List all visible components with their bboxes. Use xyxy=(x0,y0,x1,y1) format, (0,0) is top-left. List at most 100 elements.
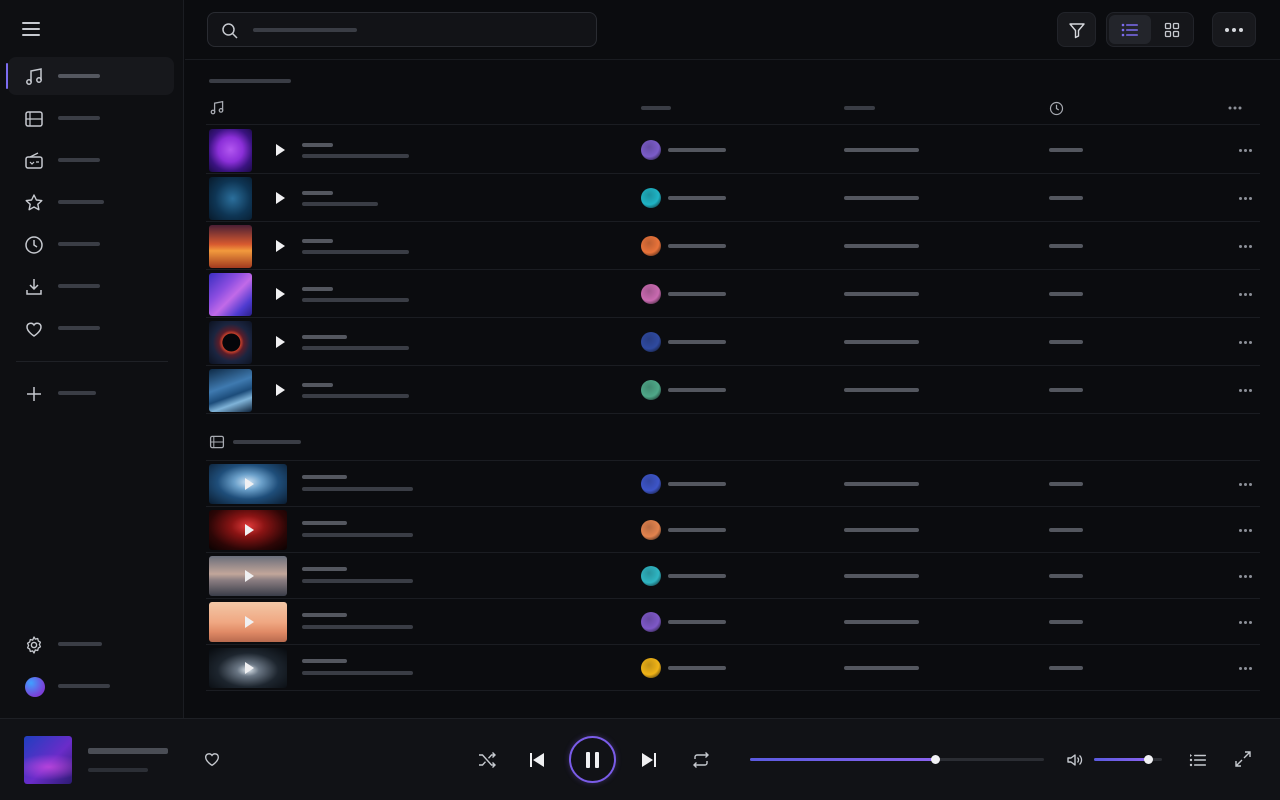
album-name[interactable] xyxy=(844,148,919,152)
artist-name[interactable] xyxy=(668,574,726,578)
artist-name[interactable] xyxy=(668,388,726,392)
album-name[interactable] xyxy=(844,666,919,670)
row-more-button[interactable] xyxy=(1230,477,1260,491)
item-title[interactable] xyxy=(302,239,333,243)
item-title[interactable] xyxy=(302,659,347,663)
sidebar-item-videos[interactable] xyxy=(8,99,174,137)
video-row[interactable] xyxy=(206,645,1260,691)
volume-handle[interactable] xyxy=(1144,755,1154,764)
item-title[interactable] xyxy=(302,383,333,387)
progress-handle[interactable] xyxy=(931,755,941,764)
row-more-button[interactable] xyxy=(1230,615,1260,629)
sidebar-item-downloads[interactable] xyxy=(8,267,174,305)
artist-avatar[interactable] xyxy=(641,612,661,632)
artist-name[interactable] xyxy=(668,666,726,670)
item-title[interactable] xyxy=(302,287,333,291)
play-icon[interactable] xyxy=(276,192,285,204)
album-name[interactable] xyxy=(844,196,919,200)
track-row[interactable] xyxy=(206,366,1260,414)
previous-button[interactable] xyxy=(528,751,546,769)
play-icon[interactable] xyxy=(245,570,254,582)
video-row[interactable] xyxy=(206,599,1260,645)
video-row[interactable] xyxy=(206,507,1260,553)
column-header-artist[interactable] xyxy=(641,106,671,110)
row-more-button[interactable] xyxy=(1230,239,1260,253)
artist-avatar[interactable] xyxy=(641,332,661,352)
play-icon[interactable] xyxy=(245,616,254,628)
sidebar-item-recent[interactable] xyxy=(8,225,174,263)
track-row[interactable] xyxy=(206,270,1260,318)
item-title[interactable] xyxy=(302,191,333,195)
album-art[interactable] xyxy=(209,177,252,220)
album-name[interactable] xyxy=(844,528,919,532)
play-icon[interactable] xyxy=(245,524,254,536)
artist-name[interactable] xyxy=(668,340,726,344)
album-name[interactable] xyxy=(844,244,919,248)
artist-avatar[interactable] xyxy=(641,380,661,400)
artist-avatar[interactable] xyxy=(641,284,661,304)
fullscreen-button[interactable] xyxy=(1234,750,1252,768)
album-name[interactable] xyxy=(844,340,919,344)
more-horizontal-icon[interactable] xyxy=(1228,106,1242,110)
row-more-button[interactable] xyxy=(1230,191,1260,205)
item-title[interactable] xyxy=(302,143,333,147)
column-header-album[interactable] xyxy=(844,106,875,110)
artist-name[interactable] xyxy=(668,528,726,532)
album-name[interactable] xyxy=(844,292,919,296)
album-art[interactable] xyxy=(209,273,252,316)
sidebar-item-favorites[interactable] xyxy=(8,183,174,221)
next-button[interactable] xyxy=(640,751,658,769)
album-art[interactable] xyxy=(209,225,252,268)
artist-avatar[interactable] xyxy=(641,140,661,160)
album-art[interactable] xyxy=(209,129,252,172)
filter-button[interactable] xyxy=(1057,12,1096,47)
artist-avatar[interactable] xyxy=(641,658,661,678)
search-input[interactable] xyxy=(207,12,597,47)
track-row[interactable] xyxy=(206,222,1260,270)
artist-avatar[interactable] xyxy=(641,520,661,540)
sidebar-item-music[interactable] xyxy=(6,57,174,95)
play-icon[interactable] xyxy=(276,240,285,252)
video-row[interactable] xyxy=(206,461,1260,507)
volume-icon[interactable] xyxy=(1066,752,1084,768)
artist-name[interactable] xyxy=(668,482,726,486)
avatar[interactable] xyxy=(25,677,45,697)
row-more-button[interactable] xyxy=(1230,569,1260,583)
sidebar-item-liked[interactable] xyxy=(8,309,174,347)
row-more-button[interactable] xyxy=(1230,661,1260,675)
volume-slider[interactable] xyxy=(1094,755,1162,764)
hamburger-icon[interactable] xyxy=(22,22,40,36)
now-playing-cover[interactable] xyxy=(24,736,72,784)
album-art[interactable] xyxy=(209,369,252,412)
item-title[interactable] xyxy=(302,567,347,571)
grid-view-button[interactable] xyxy=(1151,15,1193,44)
artist-avatar[interactable] xyxy=(641,188,661,208)
play-icon[interactable] xyxy=(245,662,254,674)
item-title[interactable] xyxy=(302,475,347,479)
artist-name[interactable] xyxy=(668,244,726,248)
album-art[interactable] xyxy=(209,321,252,364)
artist-name[interactable] xyxy=(668,620,726,624)
item-title[interactable] xyxy=(302,521,347,525)
video-row[interactable] xyxy=(206,553,1260,599)
more-options-button[interactable] xyxy=(1212,12,1256,47)
row-more-button[interactable] xyxy=(1230,335,1260,349)
row-more-button[interactable] xyxy=(1230,383,1260,397)
track-row[interactable] xyxy=(206,126,1260,174)
row-more-button[interactable] xyxy=(1230,523,1260,537)
row-more-button[interactable] xyxy=(1230,287,1260,301)
track-row[interactable] xyxy=(206,174,1260,222)
album-name[interactable] xyxy=(844,574,919,578)
album-name[interactable] xyxy=(844,620,919,624)
item-title[interactable] xyxy=(302,613,347,617)
item-title[interactable] xyxy=(302,335,347,339)
row-more-button[interactable] xyxy=(1230,143,1260,157)
now-playing-title[interactable] xyxy=(88,748,168,754)
album-name[interactable] xyxy=(844,388,919,392)
play-icon[interactable] xyxy=(276,288,285,300)
like-button[interactable] xyxy=(203,750,221,768)
artist-name[interactable] xyxy=(668,292,726,296)
list-view-button[interactable] xyxy=(1109,15,1151,44)
queue-button[interactable] xyxy=(1189,752,1207,768)
play-icon[interactable] xyxy=(276,336,285,348)
